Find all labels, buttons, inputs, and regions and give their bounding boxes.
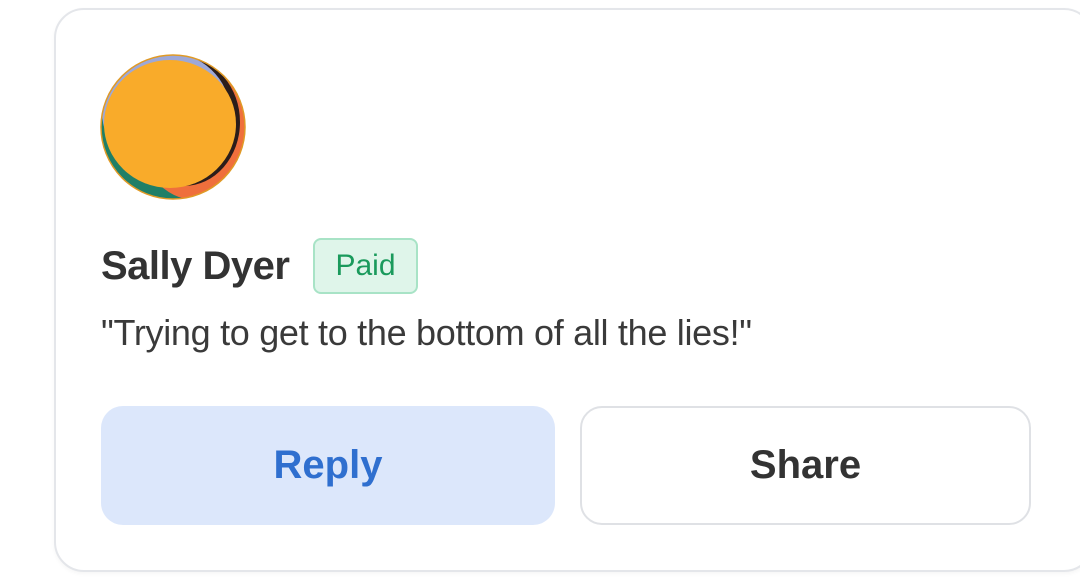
- comment-text: "Trying to get to the bottom of all the …: [101, 312, 752, 353]
- viewport: Sally Dyer Paid "Trying to get to the bo…: [0, 0, 1080, 581]
- screen: Sally Dyer Paid "Trying to get to the bo…: [0, 0, 1080, 581]
- author-row: Sally Dyer Paid: [101, 236, 418, 296]
- avatar[interactable]: [100, 54, 246, 200]
- reply-button[interactable]: Reply: [101, 406, 555, 525]
- author-name[interactable]: Sally Dyer: [101, 244, 290, 289]
- share-button[interactable]: Share: [580, 406, 1031, 525]
- paid-badge: Paid: [313, 238, 418, 294]
